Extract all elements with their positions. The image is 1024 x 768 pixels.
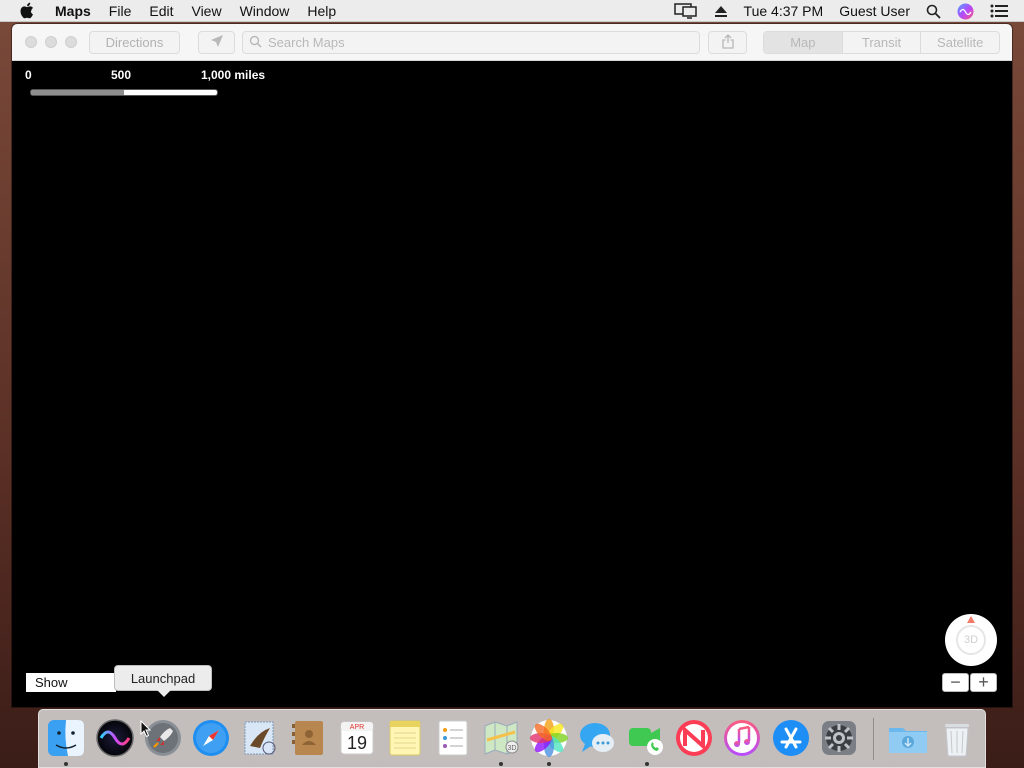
minus-icon: −	[950, 672, 961, 692]
dock-finder-icon[interactable]	[45, 717, 87, 759]
dock-maps-icon[interactable]: 3D	[480, 717, 522, 759]
dock-reminders-icon[interactable]	[432, 717, 474, 759]
map-canvas[interactable]: 0 500 1,000 miles Show 3D − +	[12, 61, 1012, 707]
minimize-window-button[interactable]	[45, 36, 57, 48]
menu-window[interactable]: Window	[240, 3, 290, 19]
show-label: Show	[35, 675, 68, 690]
svg-text:19: 19	[347, 733, 367, 753]
directions-button[interactable]: Directions	[89, 31, 180, 54]
menu-help[interactable]: Help	[307, 3, 336, 19]
location-arrow-icon	[210, 34, 224, 51]
search-field[interactable]: Search Maps	[242, 31, 700, 54]
close-window-button[interactable]	[25, 36, 37, 48]
zoom-window-button[interactable]	[65, 36, 77, 48]
dock-system-preferences-icon[interactable]	[818, 717, 860, 759]
dock-maps-running-dot	[499, 762, 503, 766]
dock-itunes-icon[interactable]	[721, 717, 763, 759]
menu-clock[interactable]: Tue 4:37 PM	[744, 3, 824, 19]
menu-edit[interactable]: Edit	[149, 3, 173, 19]
scale-label-500: 500	[111, 68, 132, 82]
scale-bar-segment	[31, 90, 124, 95]
search-icon	[249, 35, 262, 51]
scale-labels: 0 500 1,000 miles	[12, 68, 312, 84]
menu-file[interactable]: File	[109, 3, 132, 19]
dock-notes-icon[interactable]	[384, 717, 426, 759]
dock-messages-icon[interactable]	[576, 717, 618, 759]
menu-bar: Maps File Edit View Window Help Tue 4:37…	[0, 0, 1024, 22]
compass-north-indicator-icon	[967, 616, 975, 623]
map-type-segmented-control: Map Transit Satellite	[763, 31, 1000, 54]
zoom-out-button[interactable]: −	[942, 672, 969, 692]
zoom-in-button[interactable]: +	[970, 672, 997, 692]
tooltip-text: Launchpad	[130, 670, 196, 686]
dock-safari-icon[interactable]	[190, 717, 232, 759]
compass-ring: 3D	[956, 625, 986, 655]
dock-app-store-icon[interactable]	[770, 717, 812, 759]
search-placeholder: Search Maps	[268, 35, 345, 50]
show-popup[interactable]: Show	[26, 673, 116, 692]
dock-trash-icon[interactable]	[936, 717, 978, 759]
eject-icon[interactable]	[714, 4, 728, 18]
scale-bar	[30, 89, 218, 96]
dock-mail-icon[interactable]	[239, 717, 281, 759]
plus-icon: +	[978, 672, 989, 692]
menu-view[interactable]: View	[191, 3, 221, 19]
mouse-cursor-icon	[140, 719, 152, 743]
dock-calendar-icon[interactable]: APR 19	[336, 717, 378, 759]
siri-menu-icon[interactable]	[957, 3, 974, 20]
current-location-button[interactable]	[198, 31, 235, 54]
share-icon	[721, 33, 734, 52]
launchpad-tooltip: Launchpad	[114, 665, 212, 697]
display-mirroring-icon[interactable]	[673, 3, 698, 19]
dock-facetime-icon[interactable]	[625, 717, 667, 759]
segment-satellite[interactable]: Satellite	[920, 32, 999, 53]
dock-facetime-running-dot	[645, 762, 649, 766]
svg-text:APR: APR	[350, 724, 364, 731]
share-button[interactable]	[708, 31, 747, 54]
window-toolbar: Directions Search Maps Map Transit Satel…	[12, 24, 1012, 61]
compass-3d-label: 3D	[963, 634, 979, 646]
maps-window: Directions Search Maps Map Transit Satel…	[12, 24, 1012, 707]
compass-3d-button[interactable]: 3D	[945, 614, 997, 666]
dock-siri-icon[interactable]	[94, 717, 136, 759]
dock-finder-running-dot	[64, 762, 68, 766]
dock-photos-icon[interactable]	[528, 717, 570, 759]
spotlight-search-icon[interactable]	[926, 4, 941, 19]
svg-text:3D: 3D	[508, 745, 517, 752]
segment-map[interactable]: Map	[764, 32, 842, 53]
directions-label: Directions	[105, 35, 164, 50]
scale-label-1000: 1,000 miles	[201, 68, 266, 82]
segment-transit[interactable]: Transit	[841, 32, 921, 53]
dock-photos-running-dot	[547, 762, 551, 766]
menu-user[interactable]: Guest User	[839, 3, 910, 19]
menu-app-name[interactable]: Maps	[55, 3, 91, 19]
dock-contacts-icon[interactable]	[287, 717, 329, 759]
dock-separator	[873, 718, 874, 760]
dock-downloads-folder-icon[interactable]	[887, 717, 929, 759]
apple-menu-icon[interactable]	[19, 2, 35, 19]
dock-news-icon[interactable]	[673, 717, 715, 759]
dock: APR 19 3D	[38, 709, 986, 768]
scale-label-0: 0	[25, 68, 32, 82]
notification-center-icon[interactable]	[990, 4, 1008, 18]
